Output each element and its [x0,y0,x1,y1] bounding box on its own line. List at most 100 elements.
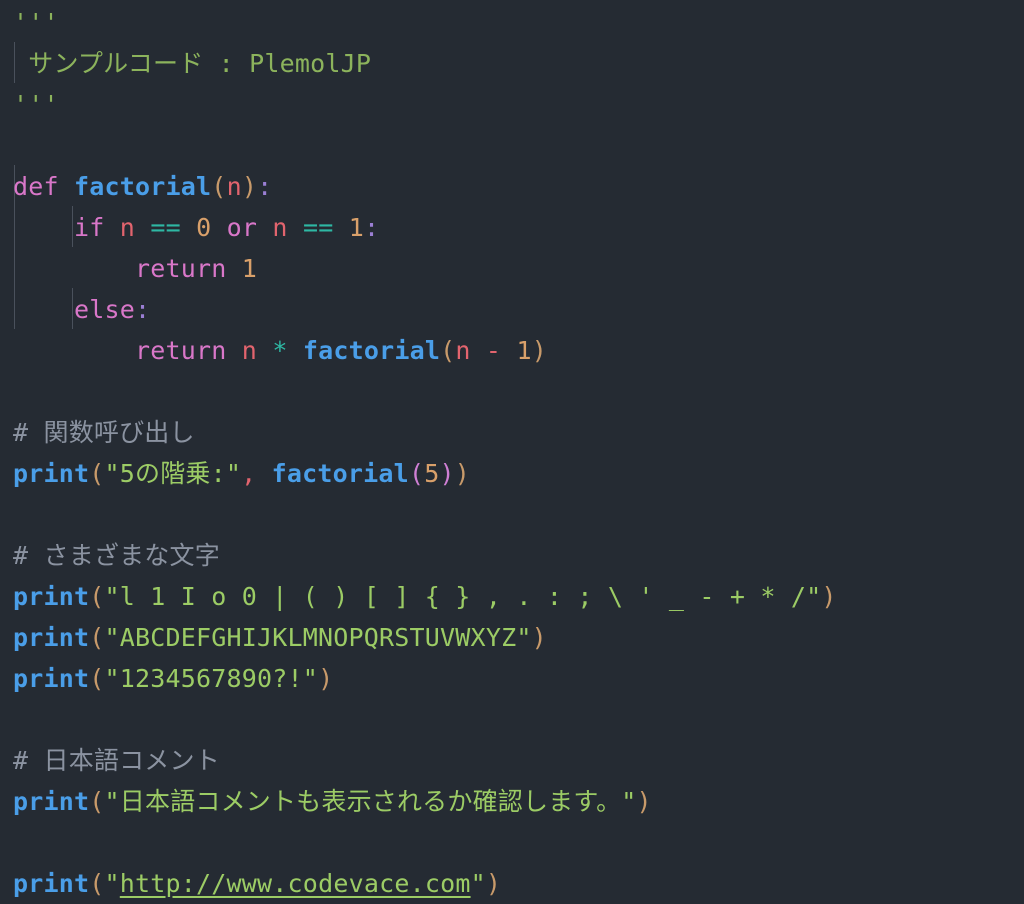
operator-equals: == [150,213,181,242]
variable-n: n [119,213,136,242]
paren-close: ) [485,869,502,898]
keyword-def: def [13,172,59,201]
colon: : [135,295,151,324]
paren-close-inner: ) [439,459,455,488]
number-literal: 1 [241,254,258,283]
function-call-print: print [13,787,90,816]
code-line[interactable]: サンプルコード : PlemolJP [0,43,1024,84]
parameter-n: n [226,172,242,201]
quote-close: " [470,869,486,898]
string-literal: "5の階乗:" [104,459,242,488]
code-line-blank[interactable] [0,125,1024,166]
paren-close: ) [531,336,547,365]
paren-open-inner: ( [408,459,425,488]
code-line[interactable]: return 1 [0,248,1024,289]
docstring-open: ''' [13,8,59,37]
code-line[interactable]: # 関数呼び出し [0,412,1024,453]
variable-n: n [241,336,258,365]
code-line[interactable]: print("l 1 I o 0 | ( ) [ ] { } , . : ; \… [0,576,1024,617]
paren-close: ) [454,459,470,488]
comment-various-chars: # さまざまな文字 [13,541,220,570]
code-line[interactable]: return n * factorial(n - 1) [0,330,1024,371]
quote-open: " [104,869,120,898]
code-line[interactable]: print("http://www.codevace.com") [0,863,1024,904]
comment-function-call: # 関数呼び出し [13,418,195,447]
function-call-print: print [13,459,90,488]
code-line-blank[interactable] [0,371,1024,412]
number-one: 1 [348,213,364,242]
paren-open: ( [211,172,227,201]
paren-close: ) [241,172,258,201]
code-editor-canvas[interactable]: ''' サンプルコード : PlemolJP ''' def factorial… [0,0,1024,898]
url-link[interactable]: http://www.codevace.com [120,869,471,898]
code-line[interactable]: def factorial(n): [0,166,1024,207]
docstring-text: サンプルコード : PlemolJP [13,49,372,78]
number-argument: 5 [424,459,440,488]
string-literal-digits: "1234567890?!" [104,664,319,693]
function-call-print: print [13,623,90,652]
keyword-or: or [226,213,258,242]
code-line[interactable]: # 日本語コメント [0,740,1024,781]
code-line[interactable]: if n == 0 or n == 1: [0,207,1024,248]
code-line[interactable]: ''' [0,84,1024,125]
string-literal-alphabet: "ABCDEFGHIJKLMNOPQRSTUVWXYZ" [104,623,532,652]
variable-n: n [272,213,288,242]
comment-japanese: # 日本語コメント [13,746,220,775]
colon: : [364,213,380,242]
code-line-blank[interactable] [0,494,1024,535]
paren-open: ( [89,582,105,611]
variable-n: n [455,336,471,365]
operator-equals: == [302,213,334,242]
code-line[interactable]: print("1234567890?!") [0,658,1024,699]
keyword-else: else [74,295,136,324]
code-line-blank[interactable] [0,699,1024,740]
keyword-return: return [135,254,227,283]
paren-open: ( [89,459,105,488]
code-line-blank[interactable] [0,822,1024,863]
code-line[interactable]: else: [0,289,1024,330]
paren-open: ( [89,623,105,652]
code-line[interactable]: # さまざまな文字 [0,535,1024,576]
code-line[interactable]: print("ABCDEFGHIJKLMNOPQRSTUVWXYZ") [0,617,1024,658]
paren-open: ( [440,336,456,365]
paren-open: ( [89,787,105,816]
function-name: factorial [74,172,212,201]
function-call-print: print [13,664,90,693]
string-literal-symbols: "l 1 I o 0 | ( ) [ ] { } , . : ; \ ' _ -… [104,582,822,611]
paren-close: ) [636,787,652,816]
number-zero: 0 [196,213,212,242]
comma: , [241,459,257,488]
keyword-if: if [74,213,105,242]
code-line[interactable]: ''' [0,2,1024,43]
operator-minus: - [485,336,502,365]
paren-close: ) [318,664,334,693]
operator-multiply: * [272,336,288,365]
code-line[interactable]: print("日本語コメントも表示されるか確認します。") [0,781,1024,822]
function-call-print: print [13,582,90,611]
paren-close: ) [531,623,547,652]
number-literal: 1 [516,336,532,365]
function-call-print: print [13,869,90,898]
docstring-close: ''' [13,90,59,119]
code-line[interactable]: print("5の階乗:", factorial(5)) [0,453,1024,494]
string-literal-japanese: "日本語コメントも表示されるか確認します。" [104,787,637,816]
function-call-factorial: factorial [302,336,441,365]
paren-open: ( [89,869,105,898]
